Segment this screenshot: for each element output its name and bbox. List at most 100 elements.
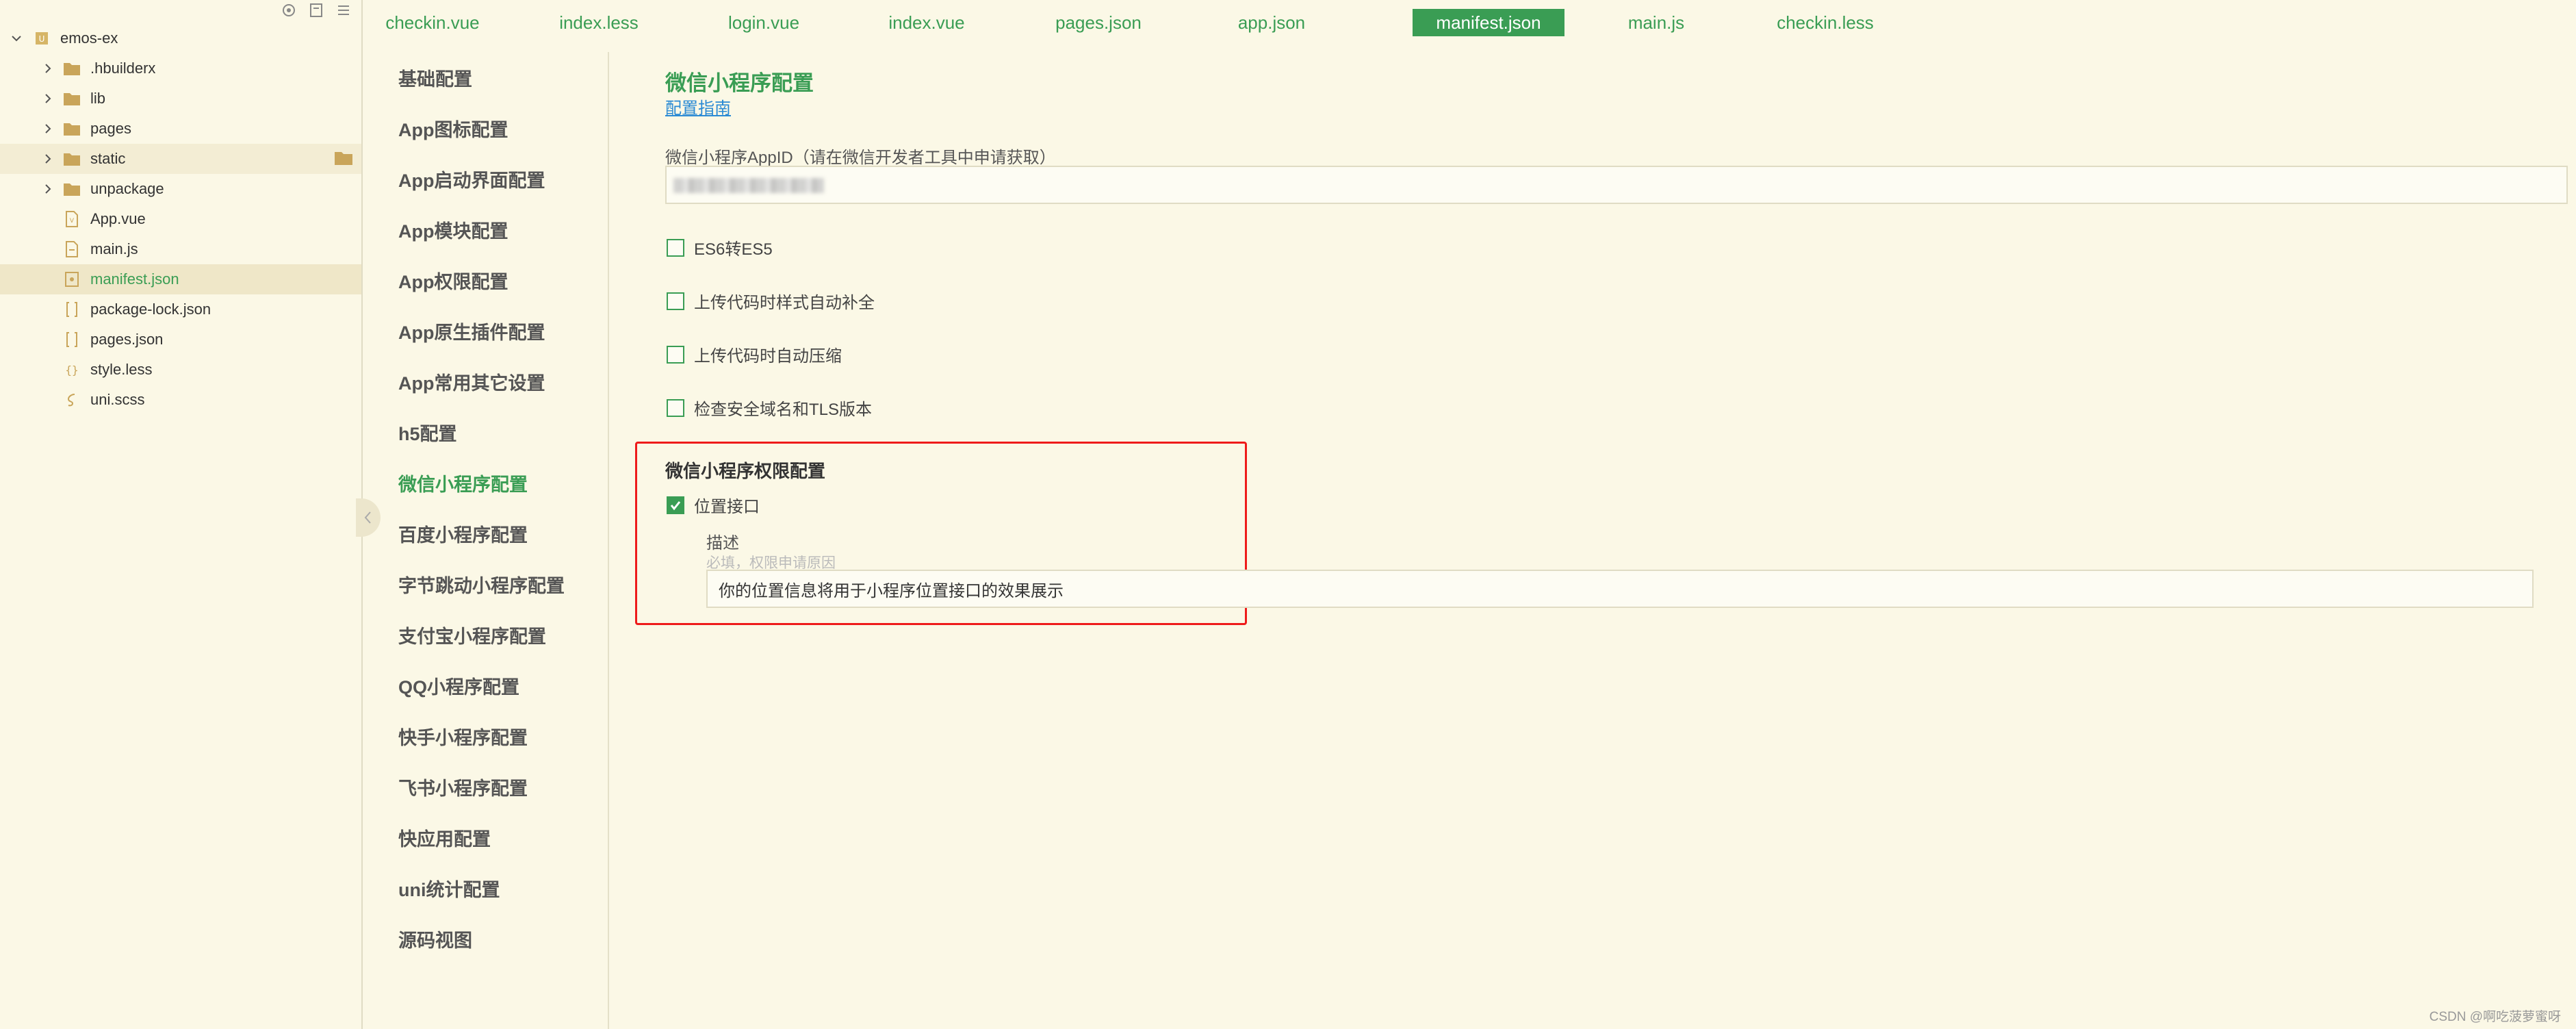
file-explorer: U emos-ex .hbuilderx lib pages static un… [0, 0, 363, 1029]
tree-item-style-less[interactable]: {} style.less [0, 355, 361, 385]
menu-icon[interactable] [335, 2, 352, 18]
appid-value-redacted [673, 178, 824, 193]
description-label: 描述 [706, 534, 739, 552]
locate-icon[interactable] [281, 2, 297, 18]
chevron-left-icon [364, 511, 371, 524]
tree-item-label: static [90, 150, 126, 167]
tree-item-label: manifest.json [90, 270, 179, 288]
chevron-right-icon[interactable] [40, 60, 56, 77]
chevron-right-icon[interactable] [40, 151, 56, 167]
settings-content: 微信小程序配置 配置指南 微信小程序AppID（请在微信开发者工具中申请获取） … [610, 0, 2576, 1029]
nav-item-qq-mp[interactable]: QQ小程序配置 [398, 672, 519, 699]
tree-item-label: style.less [90, 361, 153, 378]
manifest-settings-nav: 基础配置 App图标配置 App启动界面配置 App模块配置 App权限配置 A… [364, 52, 609, 1029]
tree-item-label: unpackage [90, 180, 164, 197]
scss-file-icon [63, 391, 81, 409]
tree-item-uni-scss[interactable]: uni.scss [0, 385, 361, 415]
nav-item-app-splash[interactable]: App启动界面配置 [398, 166, 545, 192]
folder-icon [63, 120, 81, 138]
chevron-down-icon[interactable] [8, 30, 25, 47]
option-label: 上传代码时样式自动补全 [694, 294, 875, 312]
chevron-right-icon[interactable] [40, 90, 56, 107]
tree-item-label: App.vue [90, 210, 146, 227]
checkbox[interactable] [667, 292, 684, 310]
tree-item-app-vue[interactable]: V App.vue [0, 204, 361, 234]
json-file-icon [63, 270, 81, 288]
appid-label: 微信小程序AppID（请在微信开发者工具中申请获取） [665, 149, 1056, 167]
checkbox[interactable] [667, 238, 684, 257]
option-es6-to-es5[interactable]: ES6转ES5 [667, 236, 773, 259]
nav-item-h5[interactable]: h5配置 [398, 419, 457, 446]
option-label: ES6转ES5 [694, 240, 773, 259]
appid-input[interactable] [665, 166, 2568, 204]
svg-text:V: V [70, 218, 75, 225]
tree-item-label: lib [90, 90, 106, 107]
folder-icon [63, 60, 81, 77]
tree-item-package-lock-json[interactable]: package-lock.json [0, 294, 361, 325]
description-input[interactable]: 你的位置信息将用于小程序位置接口的效果展示 [706, 570, 2534, 608]
tree-item-label: pages [90, 120, 131, 137]
option-url-check[interactable]: 检查安全域名和TLS版本 [667, 396, 872, 420]
checkbox[interactable] [667, 398, 684, 417]
tree-item-pages-json[interactable]: pages.json [0, 325, 361, 355]
tree-item-lib[interactable]: lib [0, 84, 361, 114]
folder-icon [63, 90, 81, 107]
nav-item-quickapp[interactable]: 快应用配置 [398, 824, 491, 851]
project-icon: U [33, 29, 51, 47]
check-icon [670, 500, 681, 510]
tree-item-unpackage[interactable]: unpackage [0, 174, 361, 204]
tree-item-label: .hbuilderx [90, 60, 156, 77]
nav-item-basic[interactable]: 基础配置 [398, 64, 472, 91]
nav-item-lark-mp[interactable]: 飞书小程序配置 [398, 774, 528, 800]
explorer-toolbar [281, 1, 352, 19]
nav-item-app-native-plugins[interactable]: App原生插件配置 [398, 318, 545, 344]
checkbox[interactable] [667, 345, 684, 364]
nav-item-toutiao-mp[interactable]: 字节跳动小程序配置 [398, 571, 565, 598]
nav-item-weixin-mp[interactable]: 微信小程序配置 [398, 470, 528, 496]
nav-item-app-permissions[interactable]: App权限配置 [398, 267, 508, 294]
nav-item-app-other[interactable]: App常用其它设置 [398, 368, 545, 395]
option-label: 上传代码时自动压缩 [694, 347, 842, 366]
option-minify[interactable]: 上传代码时自动压缩 [667, 342, 842, 366]
tree-item-static[interactable]: static [0, 144, 361, 174]
tree-item-main-js[interactable]: main.js [0, 234, 361, 264]
tree-item-label: main.js [90, 240, 138, 257]
nav-item-source-view[interactable]: 源码视图 [398, 926, 472, 952]
new-file-icon[interactable] [308, 2, 324, 18]
tree-item-label: package-lock.json [90, 301, 211, 318]
svg-text:{}: {} [65, 364, 78, 377]
tree-item-label: pages.json [90, 331, 164, 348]
file-tree: U emos-ex .hbuilderx lib pages static un… [0, 23, 361, 415]
folder-icon [63, 150, 81, 168]
tree-item-label: uni.scss [90, 391, 145, 408]
chevron-right-icon[interactable] [40, 181, 56, 197]
section-title: 微信小程序配置 [665, 71, 814, 95]
nav-item-baidu-mp[interactable]: 百度小程序配置 [398, 520, 528, 547]
permission-location[interactable]: 位置接口 [667, 493, 760, 517]
tree-item-manifest-json[interactable]: manifest.json [0, 264, 361, 294]
nav-item-uni-stat[interactable]: uni统计配置 [398, 875, 500, 902]
permission-section-title: 微信小程序权限配置 [665, 461, 826, 481]
svg-text:U: U [39, 34, 45, 44]
tree-item-hbuilderx[interactable]: .hbuilderx [0, 53, 361, 84]
nav-item-app-modules[interactable]: App模块配置 [398, 216, 508, 243]
vue-file-icon: V [63, 210, 81, 228]
less-file-icon: {} [63, 361, 81, 379]
nav-item-kuaishou-mp[interactable]: 快手小程序配置 [398, 723, 528, 750]
nav-item-app-icon[interactable]: App图标配置 [398, 115, 508, 142]
tab-checkin-vue[interactable]: checkin.vue [385, 9, 480, 36]
nav-item-alipay-mp[interactable]: 支付宝小程序配置 [398, 622, 546, 648]
config-guide-link[interactable]: 配置指南 [665, 94, 731, 118]
open-folder-icon[interactable] [334, 150, 353, 170]
option-postcss[interactable]: 上传代码时样式自动补全 [667, 289, 875, 313]
js-file-icon [63, 240, 81, 258]
checkbox-checked[interactable] [667, 496, 684, 514]
json-file-icon [63, 331, 81, 348]
tree-item-pages[interactable]: pages [0, 114, 361, 144]
project-name: emos-ex [60, 29, 118, 47]
json-file-icon [63, 301, 81, 318]
option-label: 检查安全域名和TLS版本 [694, 401, 873, 419]
tree-project-root[interactable]: U emos-ex [0, 23, 361, 53]
chevron-right-icon[interactable] [40, 120, 56, 137]
watermark: CSDN @啊吃菠萝蜜呀 [2429, 1010, 2561, 1024]
